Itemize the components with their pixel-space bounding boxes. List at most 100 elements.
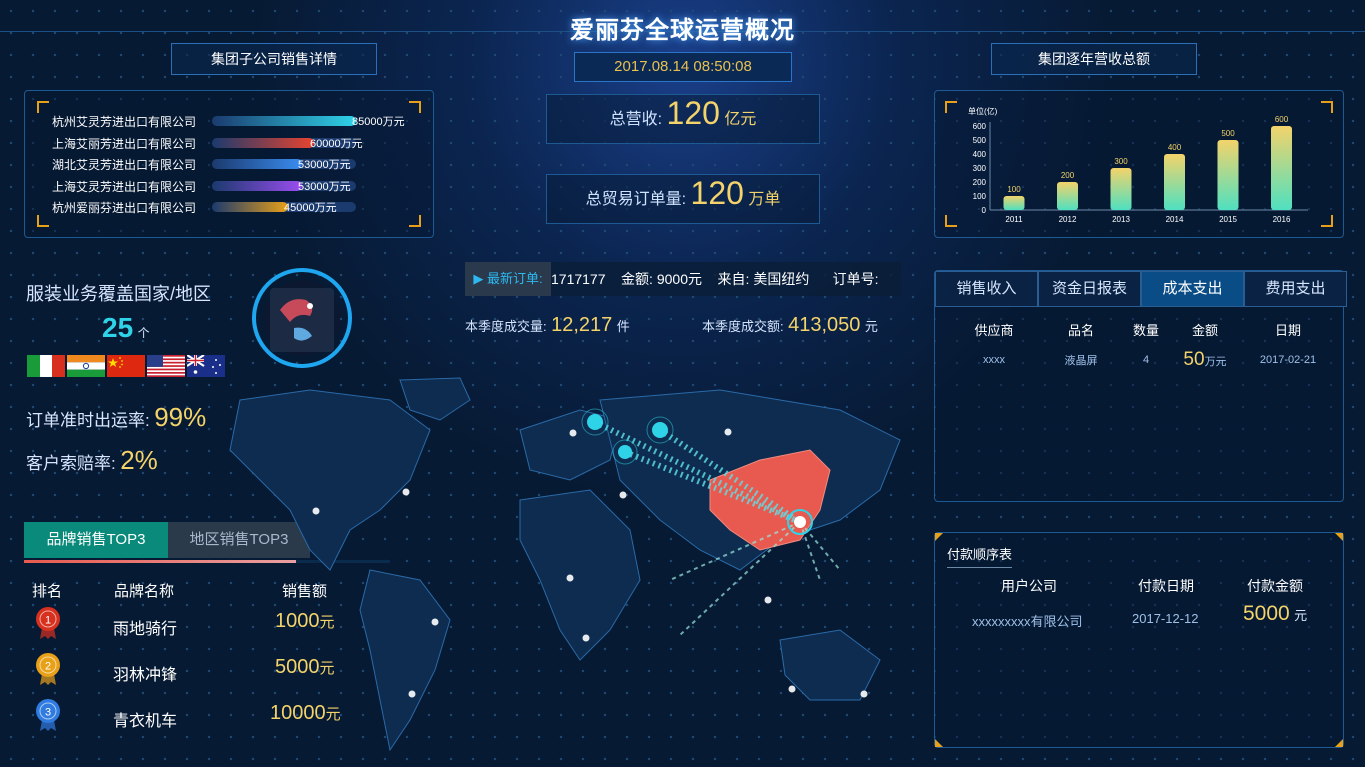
header-qty: 数量 [1132, 322, 1159, 338]
payment-date: 2017-12-12 [1132, 611, 1199, 626]
subsidiary-name: 湖北艾灵芳进出口有限公司 [52, 158, 197, 173]
italy-flag [27, 355, 65, 377]
revenue-bar [1057, 182, 1078, 210]
x-tick-label: 2015 [1219, 215, 1237, 224]
ontime-rate-value: 99% [154, 402, 207, 432]
finance-header-row: 供应商 品名 数量 金额 日期 [950, 318, 1334, 340]
bar-value-label: 500 [1221, 129, 1235, 138]
north-america-shape [229, 389, 431, 571]
header-amount: 金额 [1191, 322, 1218, 338]
total-revenue-card: 总营收: 120 亿元 [546, 94, 820, 144]
datetime-display: 2017.08.14 08:50:08 [574, 52, 792, 82]
revenue-bar [1164, 154, 1185, 210]
corner-marker [1335, 739, 1343, 747]
tab-brand-top3[interactable]: 品牌销售TOP3 [24, 522, 168, 558]
y-tick-label: 100 [973, 192, 987, 201]
subsidiary-bar [212, 202, 288, 213]
quarter-volume: 本季度成交量: 12,217 件 [465, 314, 630, 337]
x-tick-label: 2011 [1005, 215, 1023, 224]
subsidiary-row: 杭州艾灵芳进出口有限公司 85000万元 [52, 113, 405, 129]
cell-qty: 4 [1142, 354, 1150, 366]
rank-medal-icon: 2 [34, 652, 62, 691]
quarter-volume-label: 本季度成交量: [465, 319, 547, 334]
corner-marker [409, 215, 421, 227]
top3-header-name: 品牌名称 [114, 583, 175, 600]
x-tick-label: 2016 [1273, 215, 1291, 224]
payment-header-date: 付款日期 [1138, 578, 1194, 594]
rank-medal-icon: 3 [34, 698, 62, 737]
china-flag [107, 355, 145, 377]
bar-value-label: 300 [1114, 157, 1128, 166]
rank-number: 1 [45, 615, 51, 627]
y-tick-label: 0 [982, 206, 987, 215]
revenue-bar-chart: 单位(亿) 0 100 200 300 400 500 600 100 2011 200 2012 30… [968, 106, 1308, 224]
subsidiary-bar-track [212, 116, 356, 126]
south-america-shape [359, 569, 451, 752]
y-tick-label: 200 [973, 178, 987, 187]
total-orders-label: 总贸易订单量: [585, 191, 687, 208]
y-tick-label: 500 [973, 136, 987, 145]
corner-marker [1335, 533, 1343, 541]
latest-order-ticker: ▶ 最新订单: 1717177 金额: 9000元 来自: 美国纽约 订单号: [465, 262, 901, 296]
finance-tabs: 销售收入 资金日报表 成本支出 费用支出 [935, 271, 1347, 307]
subsidiary-row: 上海艾丽芳进出口有限公司 60000万元 [52, 135, 363, 151]
corner-marker [409, 101, 421, 113]
subsidiary-value: 85000万元 [352, 116, 405, 128]
x-tick-label: 2013 [1112, 215, 1130, 224]
y-axis-label: 单位(亿) [968, 106, 998, 116]
subsidiary-value: 60000万元 [310, 137, 363, 150]
coverage-count-unit: 个 [137, 326, 150, 340]
payment-company[interactable]: xxxxxxxxx有限公司 [972, 611, 1083, 630]
y-tick-label: 400 [973, 150, 987, 159]
cell-amount-value: 50 [1183, 349, 1205, 370]
tab-daily-funds[interactable]: 资金日报表 [1038, 271, 1141, 307]
revenue-bar [1271, 126, 1292, 210]
total-revenue-label: 总营收: [609, 111, 663, 128]
payment-header-amount: 付款金额 [1247, 578, 1303, 594]
tab-sales-income[interactable]: 销售收入 [935, 271, 1038, 307]
brand-name: 青衣机车 [113, 713, 178, 730]
subsidiary-bar [212, 137, 314, 148]
y-tick-label: 600 [973, 122, 987, 131]
rank-medal-icon: 1 [34, 606, 62, 645]
globe-icon [252, 268, 352, 368]
quarter-volume-value: 12,217 [551, 314, 613, 336]
ticker-badge: ▶ 最新订单: [465, 262, 551, 296]
bar-value-label: 200 [1061, 171, 1075, 180]
ticker-text: 1717177 金额: 9000元 来自: 美国纽约 订单号: [551, 271, 879, 287]
ontime-rate: 订单准时出运率: 99% [26, 402, 206, 433]
rank-number: 3 [45, 707, 51, 719]
subsidiary-row: 杭州爱丽芬进出口有限公司 45000万元 [52, 199, 356, 216]
brand-name: 雨地骑行 [113, 621, 178, 638]
subsidiary-bar [212, 180, 302, 191]
tab-cost-expense[interactable]: 成本支出 [1141, 271, 1244, 307]
ontime-rate-label: 订单准时出运率: [26, 411, 150, 430]
table-row[interactable]: xxxx 液晶屏 4 50万元 2017-02-21 [950, 340, 1334, 380]
y-tick-label: 300 [973, 164, 987, 173]
revenue-bar [1003, 196, 1025, 210]
subsidiary-name: 杭州爱丽芬进出口有限公司 [52, 201, 197, 216]
cell-date: 2017-02-21 [1259, 354, 1317, 366]
payment-amount-value: 5000 [1243, 602, 1290, 625]
india-flag [67, 355, 105, 377]
coverage-count-value: 25 [102, 312, 134, 343]
claim-rate: 客户索赔率: 2% [26, 445, 158, 476]
header-supplier: 供应商 [974, 322, 1014, 338]
claim-rate-label: 客户索赔率: [26, 454, 116, 473]
revenue-panel-title: 集团逐年营收总额 [991, 43, 1197, 75]
revenue-bar [1110, 168, 1132, 210]
subsidiary-panel-title: 集团子公司销售详情 [171, 43, 377, 75]
subsidiary-name: 杭州艾灵芳进出口有限公司 [52, 115, 197, 129]
corner-marker [37, 215, 49, 227]
subsidiary-value: 53000万元 [298, 180, 351, 193]
quarter-amount: 本季度成交额: 413,050 元 [702, 314, 878, 337]
cell-supplier: xxxx [983, 354, 1005, 366]
subsidiary-bar [212, 159, 302, 170]
subsidiary-value: 53000万元 [298, 159, 351, 172]
coverage-label: 服装业务覆盖国家/地区 [26, 284, 211, 304]
tab-fee-expense[interactable]: 费用支出 [1244, 271, 1347, 307]
claim-rate-value: 2% [120, 445, 158, 475]
page-title: 爱丽芬全球运营概况 [570, 17, 795, 44]
top3-header-rank: 排名 [32, 583, 63, 600]
corner-marker [935, 739, 943, 747]
